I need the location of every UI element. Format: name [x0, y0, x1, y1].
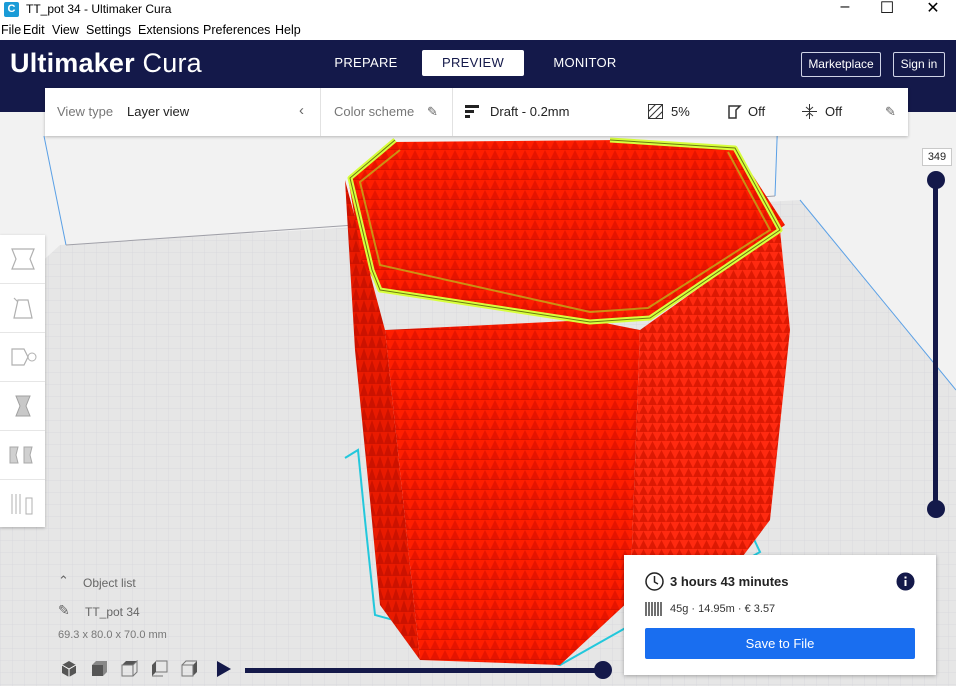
model-front-face	[385, 320, 640, 665]
menu-bar: File Edit View Settings Extensions Prefe…	[0, 20, 956, 40]
print-info-panel: 3 hours 43 minutes 45g · 14.95m · € 3.57…	[624, 555, 936, 675]
pencil-icon[interactable]: ✎	[427, 104, 438, 120]
edit-settings-icon[interactable]: ✎	[885, 104, 896, 120]
view-top-icon[interactable]	[120, 659, 138, 678]
view-3d-icon[interactable]	[60, 660, 78, 678]
mirror-tool-icon[interactable]	[0, 382, 45, 431]
view-settings-bar: View type Layer view ‹ Color scheme ✎ Dr…	[45, 88, 908, 136]
infill-icon	[647, 103, 664, 122]
view-type-label: View type	[57, 104, 114, 119]
close-icon[interactable]: ✕	[918, 0, 948, 18]
material-estimate: 45g · 14.95m · € 3.57	[670, 603, 776, 615]
menu-settings[interactable]: Settings	[86, 23, 131, 37]
ultimaker-cura-logo: Ultimaker Cura	[10, 48, 202, 78]
chevron-up-icon[interactable]: ⌃	[58, 573, 69, 589]
print-time: 3 hours 43 minutes	[670, 574, 789, 589]
minimize-icon[interactable]: –	[830, 0, 860, 16]
color-scheme-label[interactable]: Color scheme	[334, 104, 414, 119]
support-icon	[727, 104, 742, 122]
menu-preferences[interactable]: Preferences	[203, 23, 270, 37]
layer-slider-top-handle[interactable]	[927, 171, 945, 189]
adhesion-icon	[802, 104, 817, 122]
menu-view[interactable]: View	[52, 23, 79, 37]
simulation-slider-track[interactable]	[245, 668, 603, 673]
clock-icon	[645, 572, 664, 594]
tab-preview[interactable]: PREVIEW	[422, 50, 524, 76]
support-blocker-icon[interactable]	[0, 480, 45, 528]
menu-edit[interactable]: Edit	[23, 23, 45, 37]
view-left-icon[interactable]	[150, 660, 168, 678]
object-dimensions: 69.3 x 80.0 x 70.0 mm	[58, 629, 167, 641]
support-value[interactable]: Off	[748, 104, 765, 119]
simulation-slider-handle[interactable]	[594, 661, 612, 679]
layer-number-input[interactable]: 349	[922, 148, 952, 166]
menu-file[interactable]: File	[1, 23, 21, 37]
tool-panel	[0, 235, 45, 527]
per-model-settings-icon[interactable]	[0, 431, 45, 480]
pencil-icon[interactable]: ✎	[58, 602, 70, 619]
rotate-tool-icon[interactable]	[0, 333, 45, 382]
menu-extensions[interactable]: Extensions	[138, 23, 199, 37]
scale-tool-icon[interactable]	[0, 284, 45, 333]
menu-help[interactable]: Help	[275, 23, 301, 37]
layer-slider-bottom-handle[interactable]	[927, 500, 945, 518]
play-icon[interactable]	[216, 660, 232, 681]
maximize-icon[interactable]: ☐	[872, 0, 902, 18]
sign-in-button[interactable]: Sign in	[893, 52, 945, 77]
marketplace-button[interactable]: Marketplace	[801, 52, 881, 77]
filament-spool-icon	[645, 601, 662, 620]
adhesion-value[interactable]: Off	[825, 104, 842, 119]
layer-slider-track[interactable]	[933, 180, 938, 510]
window-title: TT_pot 34 - Ultimaker Cura	[26, 2, 172, 16]
info-icon[interactable]	[896, 572, 915, 594]
divider	[320, 88, 321, 136]
infill-value[interactable]: 5%	[671, 104, 690, 119]
print-profile-select[interactable]: Draft - 0.2mm	[490, 104, 569, 119]
window-title-bar: C TT_pot 34 - Ultimaker Cura – ☐ ✕	[0, 0, 956, 20]
tab-monitor[interactable]: MONITOR	[546, 50, 624, 76]
view-front-icon[interactable]	[90, 660, 108, 678]
chevron-left-icon[interactable]: ‹	[299, 102, 304, 119]
tab-prepare[interactable]: PREPARE	[330, 50, 402, 76]
view-type-select[interactable]: Layer view	[127, 104, 189, 119]
profile-icon	[465, 104, 479, 121]
save-to-file-button[interactable]: Save to File	[645, 628, 915, 659]
object-name[interactable]: TT_pot 34	[85, 605, 140, 619]
move-tool-icon[interactable]	[0, 235, 45, 284]
divider	[452, 88, 453, 136]
view-right-icon[interactable]	[180, 660, 198, 678]
object-list-toggle[interactable]: Object list	[83, 576, 136, 590]
cura-app-icon: C	[4, 2, 19, 17]
